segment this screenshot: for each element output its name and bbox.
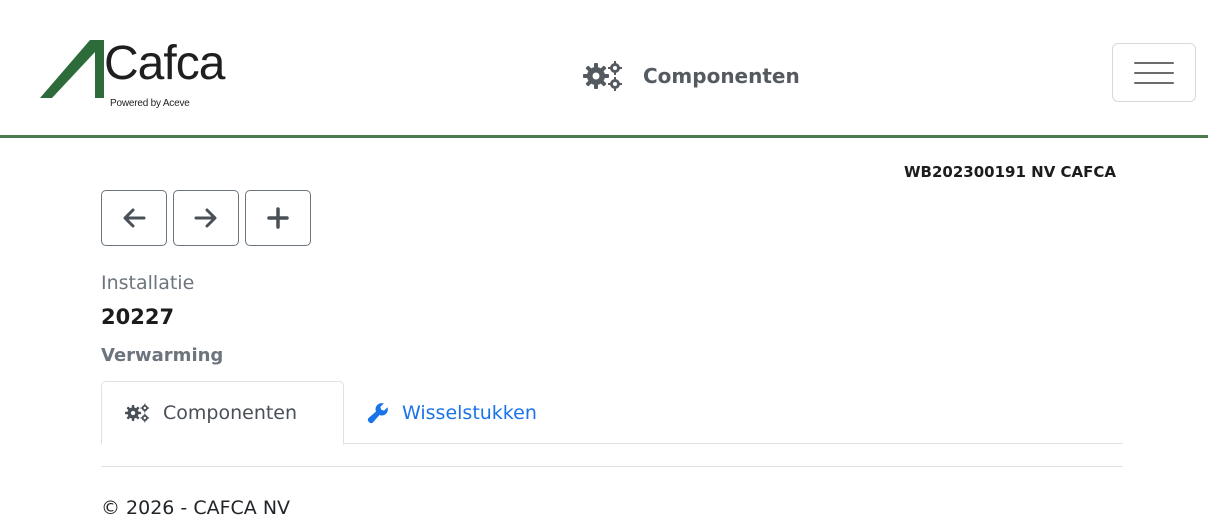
arrow-right-icon xyxy=(194,208,217,228)
cafca-logo[interactable]: Cafca Powered by Aceve xyxy=(38,37,248,122)
menu-toggle-button[interactable] xyxy=(1112,43,1196,102)
plus-icon xyxy=(267,207,289,229)
tab-componenten[interactable]: Componenten xyxy=(101,381,344,445)
logo-mark-icon xyxy=(40,40,104,98)
hamburger-menu-icon xyxy=(1134,61,1174,64)
gears-icon xyxy=(583,61,622,91)
footer-divider xyxy=(101,466,1123,467)
installation-number: 20227 xyxy=(101,305,175,329)
installation-label: Installatie xyxy=(101,272,195,294)
installation-type: Verwarming xyxy=(101,345,224,366)
page-title: Componenten xyxy=(583,60,800,92)
footer-copyright: © 2026 - CAFCA NV xyxy=(101,497,291,519)
toolbar xyxy=(101,190,311,246)
account-label: WB202300191 NV CAFCA xyxy=(904,163,1116,181)
tab-label: Wisselstukken xyxy=(402,401,537,424)
forward-button[interactable] xyxy=(173,190,239,246)
wrench-icon xyxy=(367,402,388,423)
logo-tagline: Powered by Aceve xyxy=(110,98,190,109)
gears-icon xyxy=(125,403,150,423)
page-title-text: Componenten xyxy=(643,64,800,88)
back-button[interactable] xyxy=(101,190,167,246)
tab-bar: Componenten Wisselstukken xyxy=(101,381,1123,445)
logo-brand: Cafca xyxy=(104,37,225,90)
tab-wisselstukken[interactable]: Wisselstukken xyxy=(366,381,537,444)
add-button[interactable] xyxy=(245,190,311,246)
top-navbar: Cafca Powered by Aceve Componenten xyxy=(0,10,1208,138)
arrow-left-icon xyxy=(123,208,146,228)
tab-label: Componenten xyxy=(163,402,298,424)
